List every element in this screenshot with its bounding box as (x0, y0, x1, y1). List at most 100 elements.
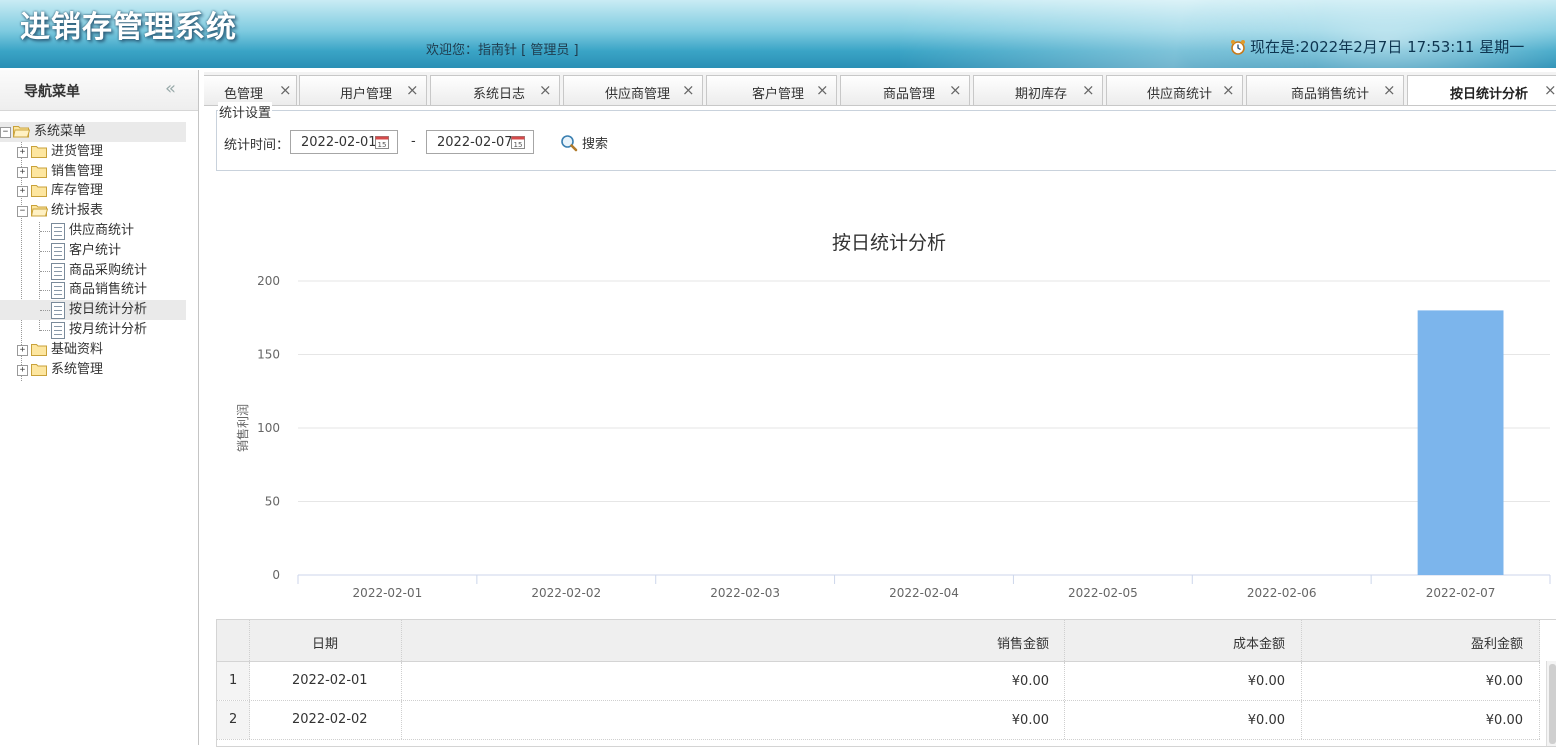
row-number-header (217, 620, 250, 661)
expand-toggle-icon[interactable]: + (17, 186, 28, 198)
cell-cost: ¥0.00 (1065, 662, 1302, 700)
folder-open-icon (13, 126, 30, 138)
sidebar-item-inventory[interactable]: + 库存管理 (0, 181, 198, 201)
stats-settings-legend: 统计设置 (218, 102, 273, 121)
close-icon[interactable]: × (1222, 81, 1235, 99)
document-icon (51, 222, 65, 240)
table-row[interactable]: 2 2022-02-02 ¥0.00 ¥0.00 ¥0.00 (217, 701, 1540, 740)
alarm-clock-icon (1231, 39, 1245, 55)
cell-sales: ¥0.00 (402, 662, 1065, 700)
cell-cost: ¥0.00 (1065, 701, 1302, 739)
folder-open-icon (31, 205, 48, 217)
column-header-sales[interactable]: 销售金额 (402, 620, 1065, 661)
calendar-icon[interactable]: 15 (511, 135, 525, 149)
start-date-field[interactable]: 2022-02-01 15 (290, 130, 398, 154)
tab-label: 期初库存 (1015, 87, 1068, 102)
sidebar-item-sales-stats[interactable]: 商品销售统计 (0, 280, 198, 300)
end-date-value: 2022-02-07 (437, 135, 513, 150)
tab-opening-stock[interactable]: 期初库存 × (973, 75, 1103, 105)
chart-y-ticks: 0 50 100 150 200 (257, 274, 280, 582)
tab-product-sales-stats[interactable]: 商品销售统计 × (1246, 75, 1404, 105)
collapse-toggle-icon[interactable]: − (0, 127, 11, 138)
sidebar-item-label: 进货管理 (51, 143, 104, 159)
expand-toggle-icon[interactable]: + (17, 166, 28, 178)
tab-supplier-management[interactable]: 供应商管理 × (563, 75, 703, 105)
close-icon[interactable]: × (1082, 81, 1095, 99)
document-icon (51, 321, 65, 339)
row-number: 1 (217, 662, 250, 700)
tab-label: 色管理 (224, 87, 264, 102)
chart-gridlines (298, 280, 1550, 576)
sidebar-item-system-admin[interactable]: + 系统管理 (0, 360, 198, 380)
tab-system-log[interactable]: 系统日志 × (430, 75, 560, 105)
column-header-profit[interactable]: 盈利金额 (1302, 620, 1540, 661)
tab-user-management[interactable]: 用户管理 × (299, 75, 427, 105)
chart-title: 按日统计分析 (832, 232, 946, 254)
tab-role-management[interactable]: 色管理 × (204, 75, 297, 105)
tab-product-management[interactable]: 商品管理 × (840, 75, 970, 105)
sidebar-item-monthly-analysis[interactable]: 按月统计分析 (0, 320, 198, 340)
cell-date: 2022-02-01 (250, 662, 402, 700)
chart-x-ticks: 2022-02-01 2022-02-02 2022-02-03 2022-02-04… (297, 575, 1551, 600)
sidebar-item-basic-data[interactable]: + 基础资料 (0, 340, 198, 360)
clock: 现在是:2022年2月7日 17:53:11 星期一 (1230, 36, 1524, 57)
sidebar-item-daily-analysis[interactable]: 按日统计分析 (0, 300, 186, 320)
column-header-date[interactable]: 日期 (250, 620, 402, 661)
column-header-cost[interactable]: 成本金额 (1065, 620, 1302, 661)
svg-text:15: 15 (514, 141, 523, 149)
folder-icon (31, 343, 47, 356)
sidebar-item-supplier-stats[interactable]: 供应商统计 (0, 221, 198, 241)
close-icon[interactable]: × (816, 81, 829, 99)
chart-x-tick-label: 2022-02-02 (531, 586, 601, 600)
nav-header: 导航菜单 « (0, 70, 198, 111)
chart-y-axis-label: 销售利润 (235, 404, 250, 452)
chart-bar[interactable] (1417, 310, 1504, 575)
tab-label: 供应商管理 (605, 87, 671, 102)
close-icon[interactable]: × (1383, 81, 1396, 99)
document-icon (51, 282, 65, 300)
search-button[interactable]: 搜索 (560, 133, 608, 152)
expand-toggle-icon[interactable]: + (17, 146, 28, 158)
chart-x-tick-label: 2022-02-03 (710, 586, 780, 600)
tab-strip: 色管理 × 用户管理 × 系统日志 × 供应商管理 × 客户管理 × 商品管理 … (204, 72, 1556, 106)
expand-toggle-icon[interactable]: + (17, 364, 28, 376)
document-icon (51, 242, 65, 260)
tab-supplier-stats[interactable]: 供应商统计 × (1106, 75, 1243, 105)
chart-x-tick-label: 2022-02-04 (889, 586, 959, 600)
table-scrollbar-thumb[interactable] (1549, 664, 1556, 744)
sidebar-item-reports[interactable]: − 统计报表 (0, 201, 198, 221)
header-streak (900, 0, 1556, 68)
sidebar-item-label: 系统管理 (51, 361, 104, 377)
close-icon[interactable]: × (279, 81, 292, 99)
sidebar-item-purchase[interactable]: + 进货管理 (0, 142, 198, 162)
collapse-toggle-icon[interactable]: − (17, 206, 28, 218)
collapse-nav-button[interactable]: « (165, 78, 176, 99)
close-icon[interactable]: × (539, 81, 552, 99)
close-icon[interactable]: × (682, 81, 695, 99)
app-title: 进销存管理系统 (20, 10, 237, 45)
expand-toggle-icon[interactable]: + (17, 344, 28, 356)
calendar-icon[interactable]: 15 (375, 135, 389, 149)
sidebar-item-label: 供应商统计 (69, 222, 135, 238)
close-icon[interactable]: × (406, 81, 419, 99)
search-button-label: 搜索 (582, 137, 609, 152)
cell-profit: ¥0.00 (1302, 662, 1540, 700)
sidebar-item-purchase-stats[interactable]: 商品采购统计 (0, 261, 198, 281)
close-icon[interactable]: × (1544, 81, 1556, 99)
sidebar-item-label: 统计报表 (51, 203, 104, 219)
end-date-field[interactable]: 2022-02-07 15 (426, 130, 534, 154)
sidebar-item-sales[interactable]: + 销售管理 (0, 162, 198, 182)
tab-label: 商品管理 (883, 87, 936, 102)
tab-daily-analysis[interactable]: 按日统计分析 × (1407, 75, 1556, 105)
chart-x-tick-label: 2022-02-07 (1426, 586, 1496, 600)
app-header: 进销存管理系统 欢迎您：指南针 [ 管理员 ] 现在是:2022年2月7日 17… (0, 0, 1556, 68)
sidebar-item-customer-stats[interactable]: 客户统计 (0, 241, 198, 261)
nav-tree: − 系统菜单 + 进货管理 + 销售管理 + 库存管理 − 统计报表 供应商统计… (0, 122, 198, 381)
table-row[interactable]: 1 2022-02-01 ¥0.00 ¥0.00 ¥0.00 (217, 662, 1540, 701)
tree-root-system-menu[interactable]: − 系统菜单 (0, 122, 186, 142)
nav-title: 导航菜单 (24, 84, 80, 100)
chart-y-tick-label: 200 (257, 274, 280, 288)
tab-customer-management[interactable]: 客户管理 × (706, 75, 837, 105)
close-icon[interactable]: × (949, 81, 962, 99)
chart-y-tick-label: 50 (265, 495, 280, 509)
